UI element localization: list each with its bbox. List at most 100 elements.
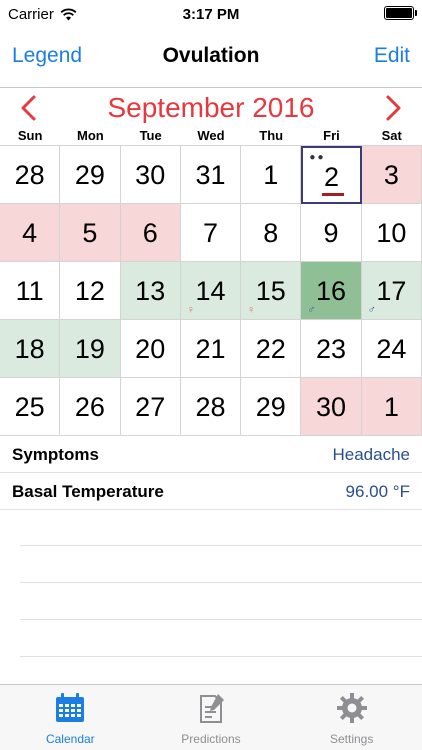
empty-row [20,546,422,583]
page-title: Ovulation [162,44,260,67]
calendar-day[interactable]: 27 [120,378,181,436]
calendar-day[interactable]: 22 [241,320,302,378]
next-month-chevron-icon[interactable] [382,94,404,122]
tab-bar: Calendar Predictions Settings [0,684,422,750]
basal-temperature-label: Basal Temperature [12,482,164,501]
month-header: September 2016 [0,90,422,126]
calendar-day[interactable]: 24 [361,320,422,378]
empty-row [20,509,422,546]
calendar-day[interactable]: 11 [0,262,61,320]
calendar-day[interactable]: 1 [241,146,302,204]
day-number: 16 [316,276,347,306]
day-number: 22 [255,334,286,364]
day-number: 20 [135,334,166,364]
day-number: 30 [135,160,166,190]
basal-temperature-row[interactable]: Basal Temperature 96.00 °F [0,473,422,510]
calendar-grid: 28 29 30 31 1 2 ●● 3 4 5 6 7 8 9 10 11 12 13 14 ♀ 15 ♀ 16 ♂ 17 ♂ 1… [0,145,422,436]
calendar-day[interactable]: 23 [301,320,362,378]
day-number: 28 [14,160,45,190]
calendar-day[interactable]: 15 ♀ [241,262,302,320]
day-number: 6 [142,218,158,248]
day-number: 19 [74,334,105,364]
calendar-day[interactable]: 18 [0,320,61,378]
tab-label: Predictions [181,732,241,746]
day-number: 11 [15,276,44,306]
day-number: 30 [316,392,347,422]
day-number: 29 [255,392,286,422]
weekday-label: Thu [259,128,284,143]
day-number: 25 [14,392,45,422]
calendar-day[interactable]: 13 [120,262,181,320]
day-details: Symptoms Headache Basal Temperature 96.0… [0,436,422,510]
calendar-day[interactable]: 31 [180,146,242,204]
tab-calendar[interactable]: Calendar [0,685,141,750]
calendar-day[interactable]: 21 [180,320,242,378]
calendar-day[interactable]: 29 [241,378,302,436]
day-number: 4 [22,218,38,248]
calendar-day[interactable]: 25 [0,378,61,436]
weekday-header: Sun Mon Tue Wed Thu Fri Sat [0,128,422,144]
calendar-day[interactable]: 3 [361,146,422,204]
status-time: 3:17 PM [182,6,240,23]
day-number: 3 [383,160,399,190]
day-number: 9 [323,218,339,248]
day-number: 12 [74,276,105,306]
calendar-day[interactable]: 30 [301,378,362,436]
day-number: 14 [195,276,226,306]
day-number: 5 [82,218,98,248]
battery-icon [384,6,417,20]
calendar-day[interactable]: 29 [60,146,121,204]
note-dots-icon: ●● [309,152,326,163]
day-number: 17 [376,276,407,306]
day-number: 8 [263,218,279,248]
symptoms-value: Headache [332,445,410,464]
day-number: 27 [135,392,166,422]
calendar-day[interactable]: 26 [60,378,121,436]
calendar-day[interactable]: 17 ♂ [361,262,422,320]
egg-icon: ♀ [247,304,256,316]
predictions-icon [199,694,224,723]
day-number: 10 [376,218,407,248]
calendar-day[interactable]: 10 [361,204,422,262]
calendar-day[interactable]: 6 [120,204,181,262]
calendar-day[interactable]: 12 [60,262,121,320]
calendar-day[interactable]: 14 ♀ [180,262,242,320]
weekday-label: Tue [139,128,162,143]
weekday-label: Sun [17,128,43,143]
edit-button[interactable]: Edit [374,44,410,68]
symptoms-row[interactable]: Symptoms Headache [0,436,422,473]
calendar-day-today[interactable]: 2 ●● [301,146,362,204]
day-number: 31 [195,160,226,190]
calendar-day[interactable]: 16 ♂ [301,262,362,320]
day-number: 2 [324,162,340,192]
calendar-day[interactable]: 7 [180,204,242,262]
month-title: September 2016 [107,92,315,123]
gear-icon [336,693,367,723]
status-right [384,6,417,20]
calendar-day[interactable]: 1 [361,378,422,436]
calendar-day[interactable]: 20 [120,320,181,378]
day-number: 18 [14,334,45,364]
day-number: 26 [74,392,105,422]
tab-predictions[interactable]: Predictions [141,685,282,750]
calendar-day[interactable]: 4 [0,204,61,262]
egg-icon: ♀ [186,304,195,316]
empty-list-rows [20,509,422,657]
day-number: 15 [255,276,286,306]
calendar-day[interactable]: 8 [241,204,302,262]
male-symbol-icon: ♂ [367,304,376,316]
day-number: 23 [316,334,347,364]
calendar-day[interactable]: 5 [60,204,121,262]
calendar-day[interactable]: 19 [60,320,121,378]
tab-settings[interactable]: Settings [281,685,422,750]
calendar-day[interactable]: 28 [180,378,242,436]
day-number: 7 [202,218,218,248]
today-underline [322,193,345,196]
calendar-day[interactable]: 28 [0,146,61,204]
basal-temperature-value: 96.00 °F [345,482,410,501]
tab-label: Calendar [45,732,95,746]
calendar-day[interactable]: 9 [301,204,362,262]
calendar-day[interactable]: 30 [120,146,181,204]
weekday-label: Wed [197,128,225,143]
male-symbol-icon: ♂ [307,304,316,316]
